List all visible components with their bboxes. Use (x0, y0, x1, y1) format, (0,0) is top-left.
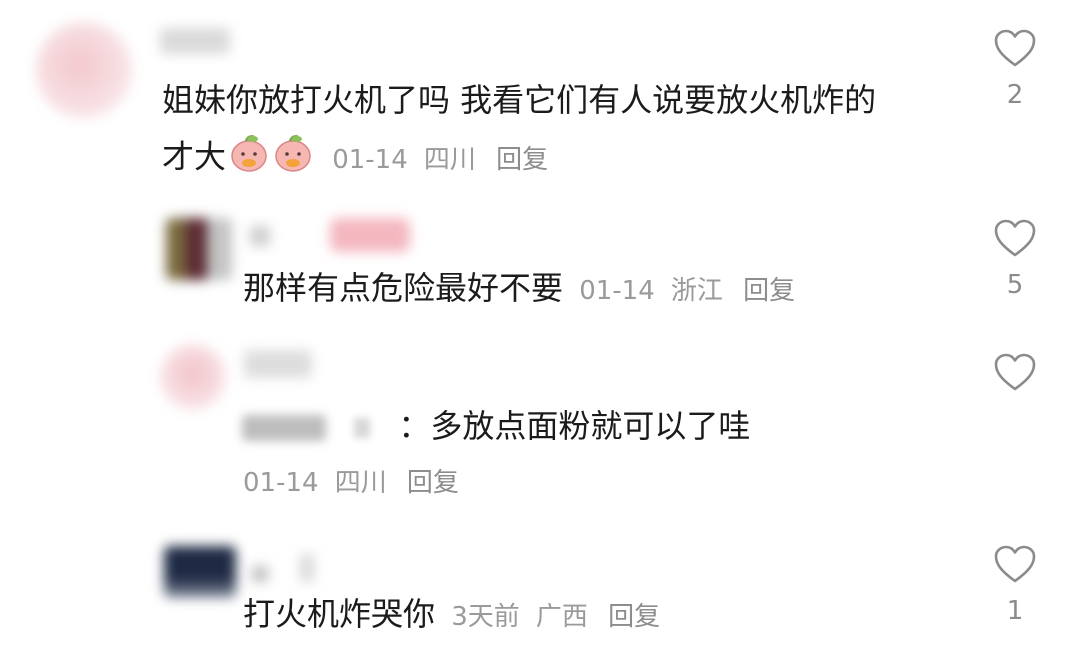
comment-date: 01-14 (332, 144, 408, 175)
like-button[interactable]: 1 (985, 544, 1045, 628)
comment-meta: 01-14 四川 回复 (243, 458, 459, 505)
reply-button[interactable]: 回复 (407, 468, 459, 498)
reply-button[interactable]: 回复 (496, 145, 548, 175)
username[interactable] (160, 28, 230, 54)
avatar[interactable] (166, 218, 232, 280)
comment-thread: 姐妹你放打火机了吗 我看它们有人说要放火机炸的 才大 01-14 四川 回复 2… (0, 0, 1080, 653)
peach-face-icon (228, 132, 270, 185)
comment-location: 四川 (423, 144, 476, 175)
like-button[interactable] (985, 352, 1045, 392)
like-button[interactable]: 2 (985, 28, 1045, 112)
comment-text-tail: 才大 (162, 137, 227, 176)
mentioned-username (242, 415, 326, 441)
reply-text: ：多放点面粉就可以了哇 (398, 407, 751, 445)
comment-location: 广西 (535, 602, 588, 632)
user-badge (330, 218, 410, 252)
like-count: 1 (1006, 596, 1024, 626)
comment-text: ：多放点面粉就可以了哇 (242, 404, 750, 448)
heart-outline-icon (994, 219, 1036, 257)
reply-button[interactable]: 回复 (608, 602, 660, 632)
comment-text-continued: 才大 01-14 四川 回复 (162, 132, 548, 185)
username[interactable] (252, 566, 268, 582)
comment-date: 01-14 (243, 468, 319, 498)
heart-outline-icon (994, 29, 1036, 67)
heart-outline-icon (994, 545, 1036, 583)
avatar[interactable] (160, 344, 226, 410)
comment-date: 3天前 (451, 602, 520, 632)
like-count: 2 (1006, 80, 1024, 110)
comment-text: 打火机炸哭你 3天前 广西 回复 (243, 592, 660, 639)
comment-text: 姐妹你放打火机了吗 我看它们有人说要放火机炸的 (162, 81, 877, 119)
comment-location: 四川 (334, 468, 387, 498)
comment-date: 01-14 (579, 276, 655, 306)
avatar[interactable] (36, 22, 132, 118)
peach-face-icon (272, 132, 314, 185)
like-count: 5 (1006, 270, 1024, 300)
comment-text: 那样有点危险最好不要 01-14 浙江 回复 (243, 266, 795, 313)
mentioned-username-suffix (354, 418, 371, 438)
reply-button[interactable]: 回复 (743, 276, 795, 306)
username[interactable] (244, 350, 312, 378)
username-suffix (300, 554, 314, 582)
heart-outline-icon (994, 353, 1036, 391)
reply-text: 打火机炸哭你 (243, 595, 436, 633)
like-button[interactable]: 5 (985, 218, 1045, 302)
reply-text: 那样有点危险最好不要 (243, 269, 564, 307)
comment-location: 浙江 (670, 276, 723, 306)
avatar[interactable] (164, 546, 236, 598)
username[interactable] (250, 226, 270, 246)
